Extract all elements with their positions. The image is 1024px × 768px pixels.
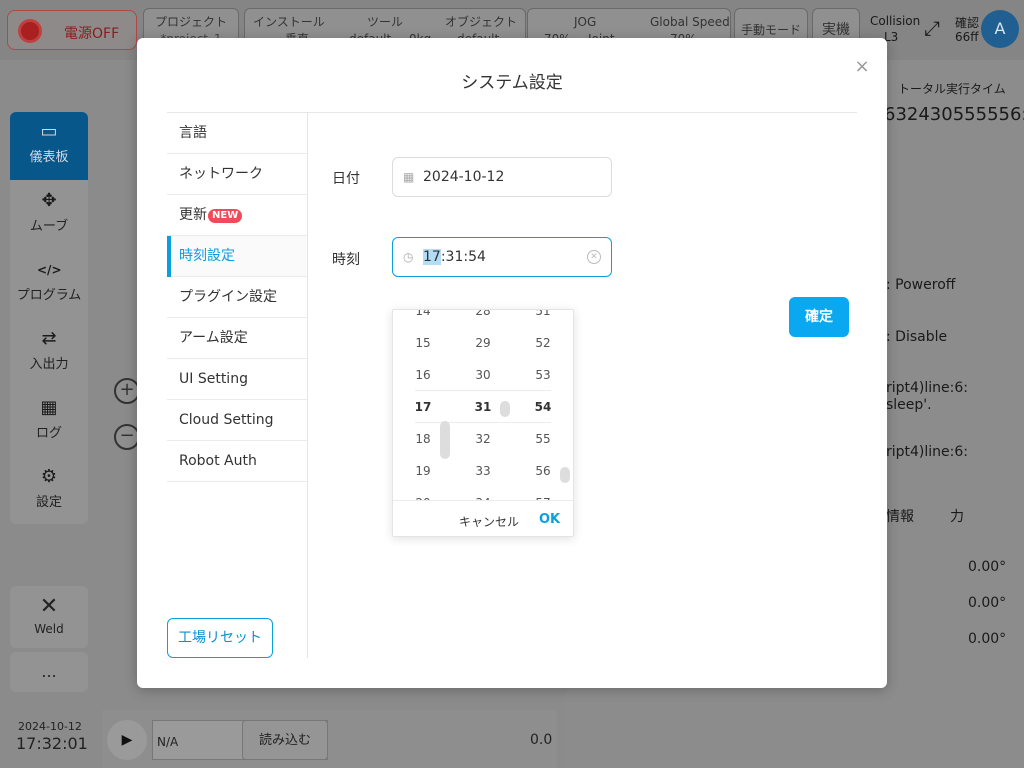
second-option[interactable]: 55	[513, 423, 573, 455]
dialog-title: システム設定	[461, 73, 563, 93]
minute-option[interactable]: 30	[453, 359, 513, 391]
hour-scrollbar[interactable]	[440, 421, 450, 459]
hour-option-selected[interactable]: 17	[393, 391, 453, 423]
hour-option[interactable]: 20	[393, 487, 453, 500]
second-option[interactable]: 52	[513, 327, 573, 359]
minute-option[interactable]: 34	[453, 487, 513, 500]
hour-option[interactable]: 19	[393, 455, 453, 487]
second-scrollbar[interactable]	[560, 467, 570, 483]
picker-footer: キャンセル OK	[393, 500, 573, 536]
minute-option[interactable]: 29	[453, 327, 513, 359]
system-settings-dialog: システム設定 × 言語 ネットワーク 更新 NEW 時刻設定 プラグイン設定 アー…	[137, 38, 887, 688]
hour-column[interactable]: 14 15 16 17 18 19 20	[393, 310, 453, 500]
menu-item-network[interactable]: ネットワーク	[167, 154, 307, 195]
menu-label: アーム設定	[179, 330, 248, 346]
minute-option[interactable]: 28	[453, 310, 513, 327]
time-label: 時刻	[332, 252, 360, 268]
date-input[interactable]: ▦ 2024-10-12	[392, 157, 612, 197]
picker-ok-button[interactable]: OK	[539, 512, 560, 527]
menu-label: 更新	[179, 207, 207, 223]
menu-item-plugin-settings[interactable]: プラグイン設定	[167, 277, 307, 318]
time-picker-panel: 14 15 16 17 18 19 20 28 29 30 31 32 33 3…	[392, 309, 574, 537]
menu-item-cloud-setting[interactable]: Cloud Setting	[167, 400, 307, 441]
second-option[interactable]: 53	[513, 359, 573, 391]
menu-item-update[interactable]: 更新 NEW	[167, 195, 307, 236]
clock-icon: ◷	[403, 250, 414, 264]
confirm-button[interactable]: 確定	[789, 297, 849, 337]
menu-label: UI Setting	[179, 371, 248, 387]
menu-label: プラグイン設定	[179, 289, 277, 305]
close-icon[interactable]: ×	[853, 58, 871, 76]
minute-option[interactable]: 33	[453, 455, 513, 487]
minute-option[interactable]: 32	[453, 423, 513, 455]
second-option[interactable]: 57	[513, 487, 573, 500]
hour-option[interactable]: 14	[393, 310, 453, 327]
hour-option[interactable]: 15	[393, 327, 453, 359]
hour-option[interactable]: 16	[393, 359, 453, 391]
menu-item-time-settings[interactable]: 時刻設定	[167, 236, 307, 277]
menu-item-arm-settings[interactable]: アーム設定	[167, 318, 307, 359]
menu-label: 時刻設定	[179, 248, 235, 264]
time-input[interactable]: ◷ 17:31:54 ✕	[392, 237, 612, 277]
second-option-selected[interactable]: 54	[513, 391, 573, 423]
settings-menu: 言語 ネットワーク 更新 NEW 時刻設定 プラグイン設定 アーム設定 UI Se…	[167, 113, 307, 482]
date-value: 2024-10-12	[423, 169, 505, 185]
picker-cancel-button[interactable]: キャンセル	[459, 513, 519, 530]
menu-item-language[interactable]: 言語	[167, 113, 307, 154]
calendar-icon: ▦	[403, 170, 415, 184]
time-rest: :31:54	[440, 249, 486, 265]
menu-label: ネットワーク	[179, 166, 263, 182]
menu-item-robot-auth[interactable]: Robot Auth	[167, 441, 307, 482]
menu-divider	[307, 113, 308, 658]
minute-scrollbar[interactable]	[500, 401, 510, 417]
time-hour-selected: 17	[423, 249, 441, 265]
new-badge: NEW	[208, 209, 243, 223]
menu-label: Robot Auth	[179, 453, 257, 469]
date-label: 日付	[332, 171, 360, 187]
menu-label: Cloud Setting	[179, 412, 274, 428]
menu-label: 言語	[179, 125, 207, 141]
menu-item-ui-setting[interactable]: UI Setting	[167, 359, 307, 400]
clear-icon[interactable]: ✕	[587, 250, 601, 264]
factory-reset-button[interactable]: 工場リセット	[167, 618, 273, 658]
second-option[interactable]: 51	[513, 310, 573, 327]
